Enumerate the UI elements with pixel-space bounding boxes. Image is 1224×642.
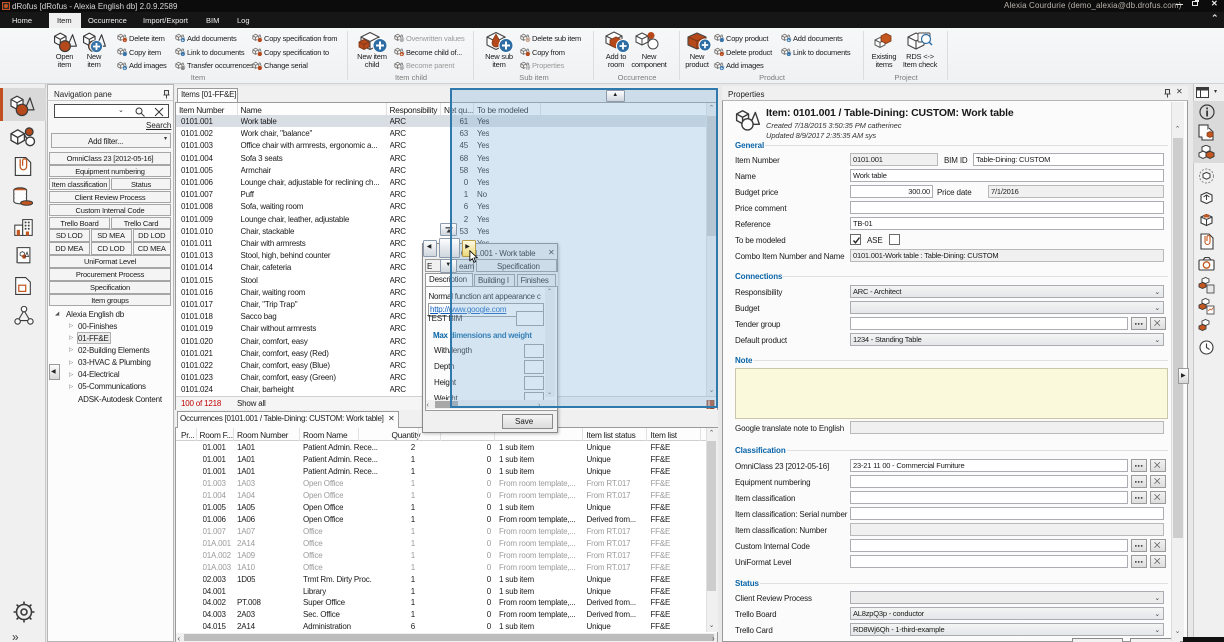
- svg-text:+: +: [400, 53, 403, 57]
- svg-text:+: +: [787, 39, 790, 43]
- svg-text:+: +: [181, 39, 184, 43]
- svg-text:i: i: [527, 65, 528, 70]
- svg-text:+: +: [720, 66, 723, 70]
- svg-text:+: +: [123, 66, 126, 70]
